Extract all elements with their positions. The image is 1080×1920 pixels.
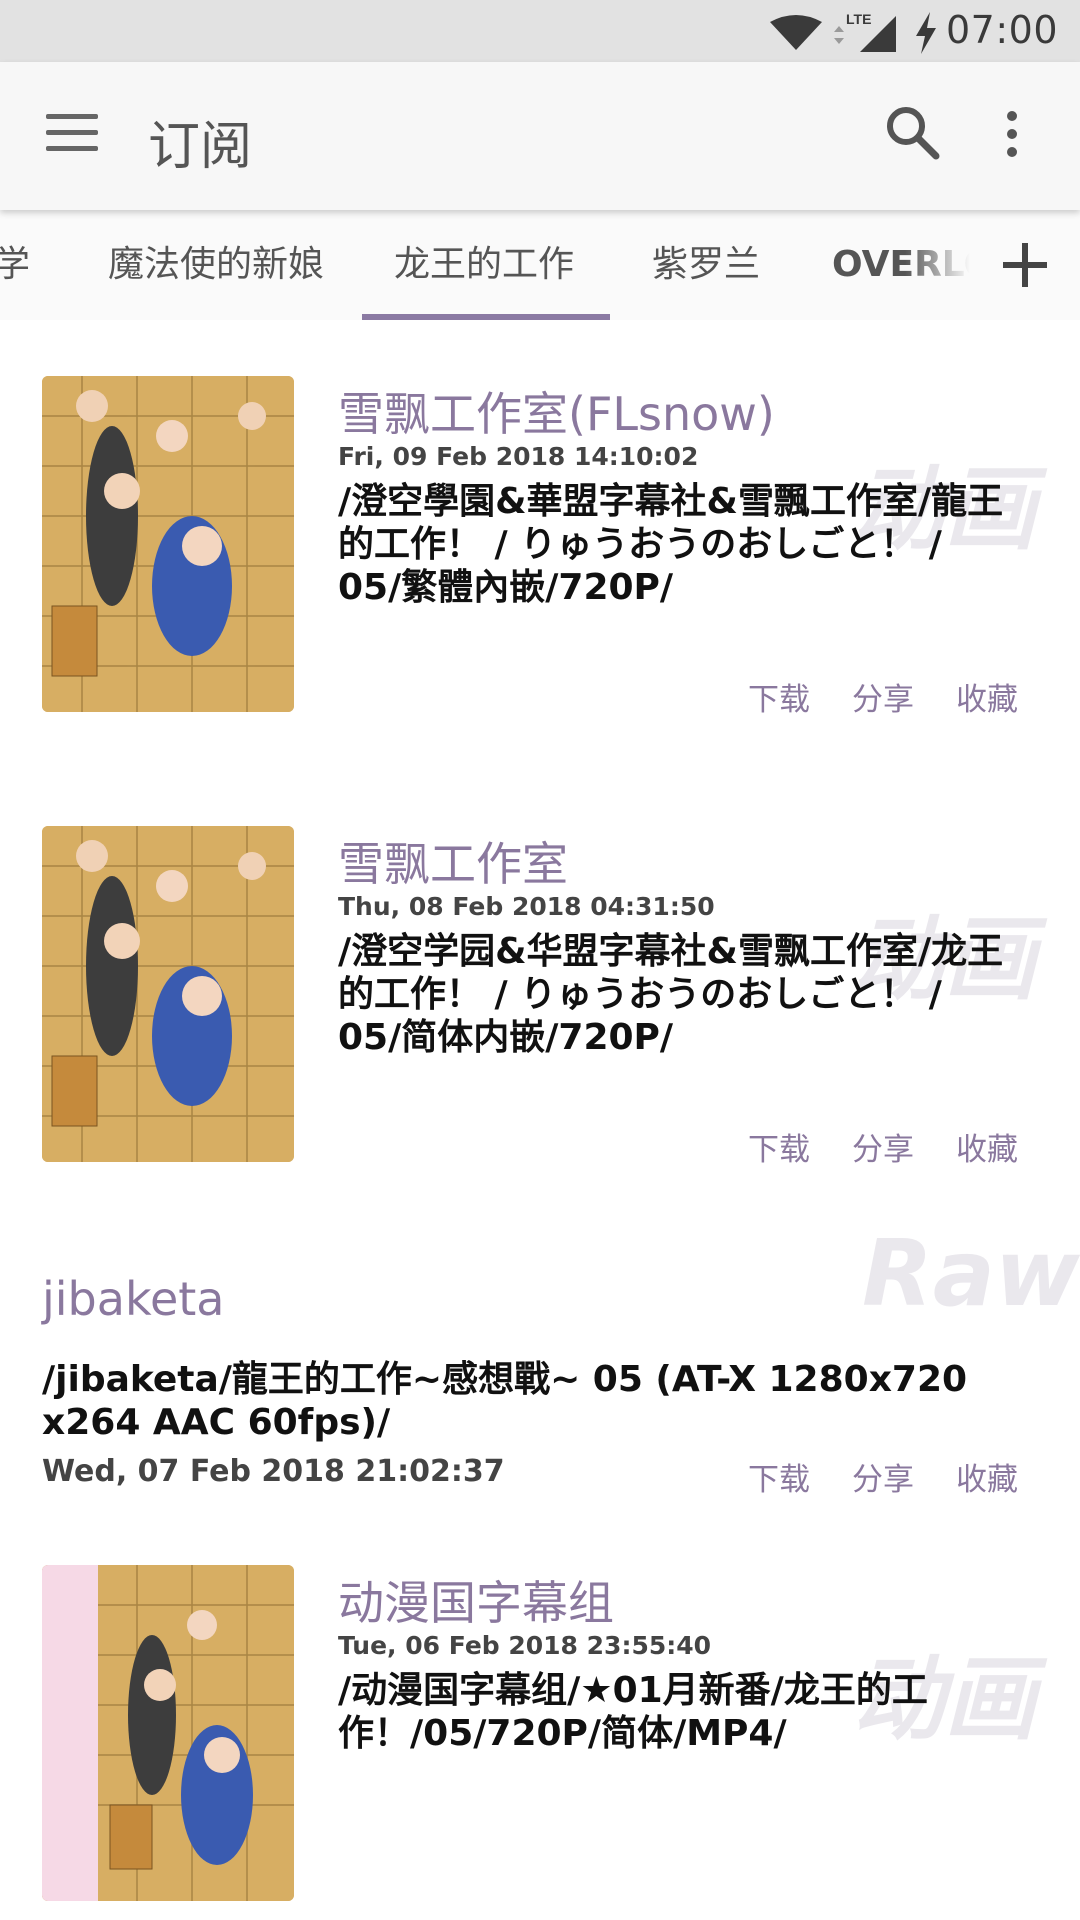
feed-card[interactable]: Raw jibaketa /jibaketa/龍王的工作~感想戰~ 05 (AT… xyxy=(0,1220,1080,1520)
status-time: 07:00 xyxy=(945,8,1058,52)
publisher-name[interactable]: 雪飘工作室(FLsnow) xyxy=(338,378,775,444)
anime-thumbnail xyxy=(42,376,294,712)
battery-charging-icon xyxy=(916,12,936,54)
lte-signal-icon: LTE xyxy=(834,11,896,52)
card-actions: 下载 分享 收藏 xyxy=(748,1124,1018,1169)
publish-date: Tue, 06 Feb 2018 23:55:40 xyxy=(338,1631,712,1660)
publisher-name[interactable]: 动漫国字幕组 xyxy=(338,1567,614,1633)
tab-partial[interactable]: 学 xyxy=(0,210,30,320)
wifi-icon xyxy=(770,15,822,50)
svg-text:LTE: LTE xyxy=(846,11,871,27)
torrent-title[interactable]: /澄空學園&華盟字幕社&雪飄工作室/龍王的工作！ / りゅうおうのおしごと！ /… xyxy=(338,480,1013,609)
status-bar: LTE 07:00 xyxy=(0,0,1080,62)
favorite-button[interactable]: 收藏 xyxy=(956,1454,1018,1499)
share-button[interactable]: 分享 xyxy=(852,1124,914,1169)
share-button[interactable]: 分享 xyxy=(852,674,914,719)
feed-card[interactable]: 动画 动漫国字幕组 Tue, 06 Feb 2018 23:55:40 /动漫国… xyxy=(0,1565,1080,1920)
category-tabs: 学 魔法使的新娘 龙王的工作 紫罗兰 OVERLO xyxy=(0,210,1080,320)
add-tab-icon[interactable] xyxy=(970,210,1080,320)
menu-icon[interactable] xyxy=(46,114,98,158)
card-actions: 下载 分享 收藏 xyxy=(748,1454,1018,1499)
favorite-button[interactable]: 收藏 xyxy=(956,1124,1018,1169)
search-icon[interactable] xyxy=(884,104,940,160)
publish-date: Wed, 07 Feb 2018 21:02:37 xyxy=(42,1454,505,1489)
torrent-title[interactable]: /澄空学园&华盟字幕社&雪飘工作室/龙王的工作！ / りゅうおうのおしごと！ /… xyxy=(338,930,1013,1059)
publisher-name[interactable]: 雪飘工作室 xyxy=(338,828,568,894)
publish-date: Thu, 08 Feb 2018 04:31:50 xyxy=(338,892,715,921)
app-bar: 订阅 xyxy=(0,62,1080,210)
favorite-button[interactable]: 收藏 xyxy=(956,674,1018,719)
page-title: 订阅 xyxy=(148,117,253,177)
more-options-icon[interactable] xyxy=(1000,110,1024,158)
tab-violet[interactable]: 紫罗兰 xyxy=(652,210,760,320)
anime-thumbnail xyxy=(42,826,294,1162)
card-actions: 下载 分享 收藏 xyxy=(748,674,1018,719)
anime-thumbnail xyxy=(42,1565,294,1901)
publisher-name[interactable]: jibaketa xyxy=(42,1272,224,1326)
tab-ryuuou[interactable]: 龙王的工作 xyxy=(394,210,574,320)
tab-mahoutsukai[interactable]: 魔法使的新娘 xyxy=(108,210,324,320)
feed-card[interactable]: 动画 雪飘工作室 Thu, 08 Feb 2018 04:31:50 /澄空学园… xyxy=(0,770,1080,1190)
torrent-title[interactable]: /jibaketa/龍王的工作~感想戰~ 05 (AT-X 1280x720 x… xyxy=(42,1358,1002,1444)
tab-fade xyxy=(905,210,970,320)
torrent-title[interactable]: /动漫国字幕组/★01月新番/龙王的工作！/05/720P/简体/MP4/ xyxy=(338,1669,1013,1755)
download-button[interactable]: 下载 xyxy=(748,674,810,719)
feed-list[interactable]: 动画 雪飘工作室(FLsnow) Fri, 09 Feb 2018 14:10:… xyxy=(0,320,1080,1920)
share-button[interactable]: 分享 xyxy=(852,1454,914,1499)
active-tab-indicator xyxy=(362,314,610,320)
download-button[interactable]: 下载 xyxy=(748,1124,810,1169)
download-button[interactable]: 下载 xyxy=(748,1454,810,1499)
category-watermark: Raw xyxy=(862,1220,1080,1327)
feed-card[interactable]: 动画 雪飘工作室(FLsnow) Fri, 09 Feb 2018 14:10:… xyxy=(0,320,1080,740)
publish-date: Fri, 09 Feb 2018 14:10:02 xyxy=(338,442,699,471)
